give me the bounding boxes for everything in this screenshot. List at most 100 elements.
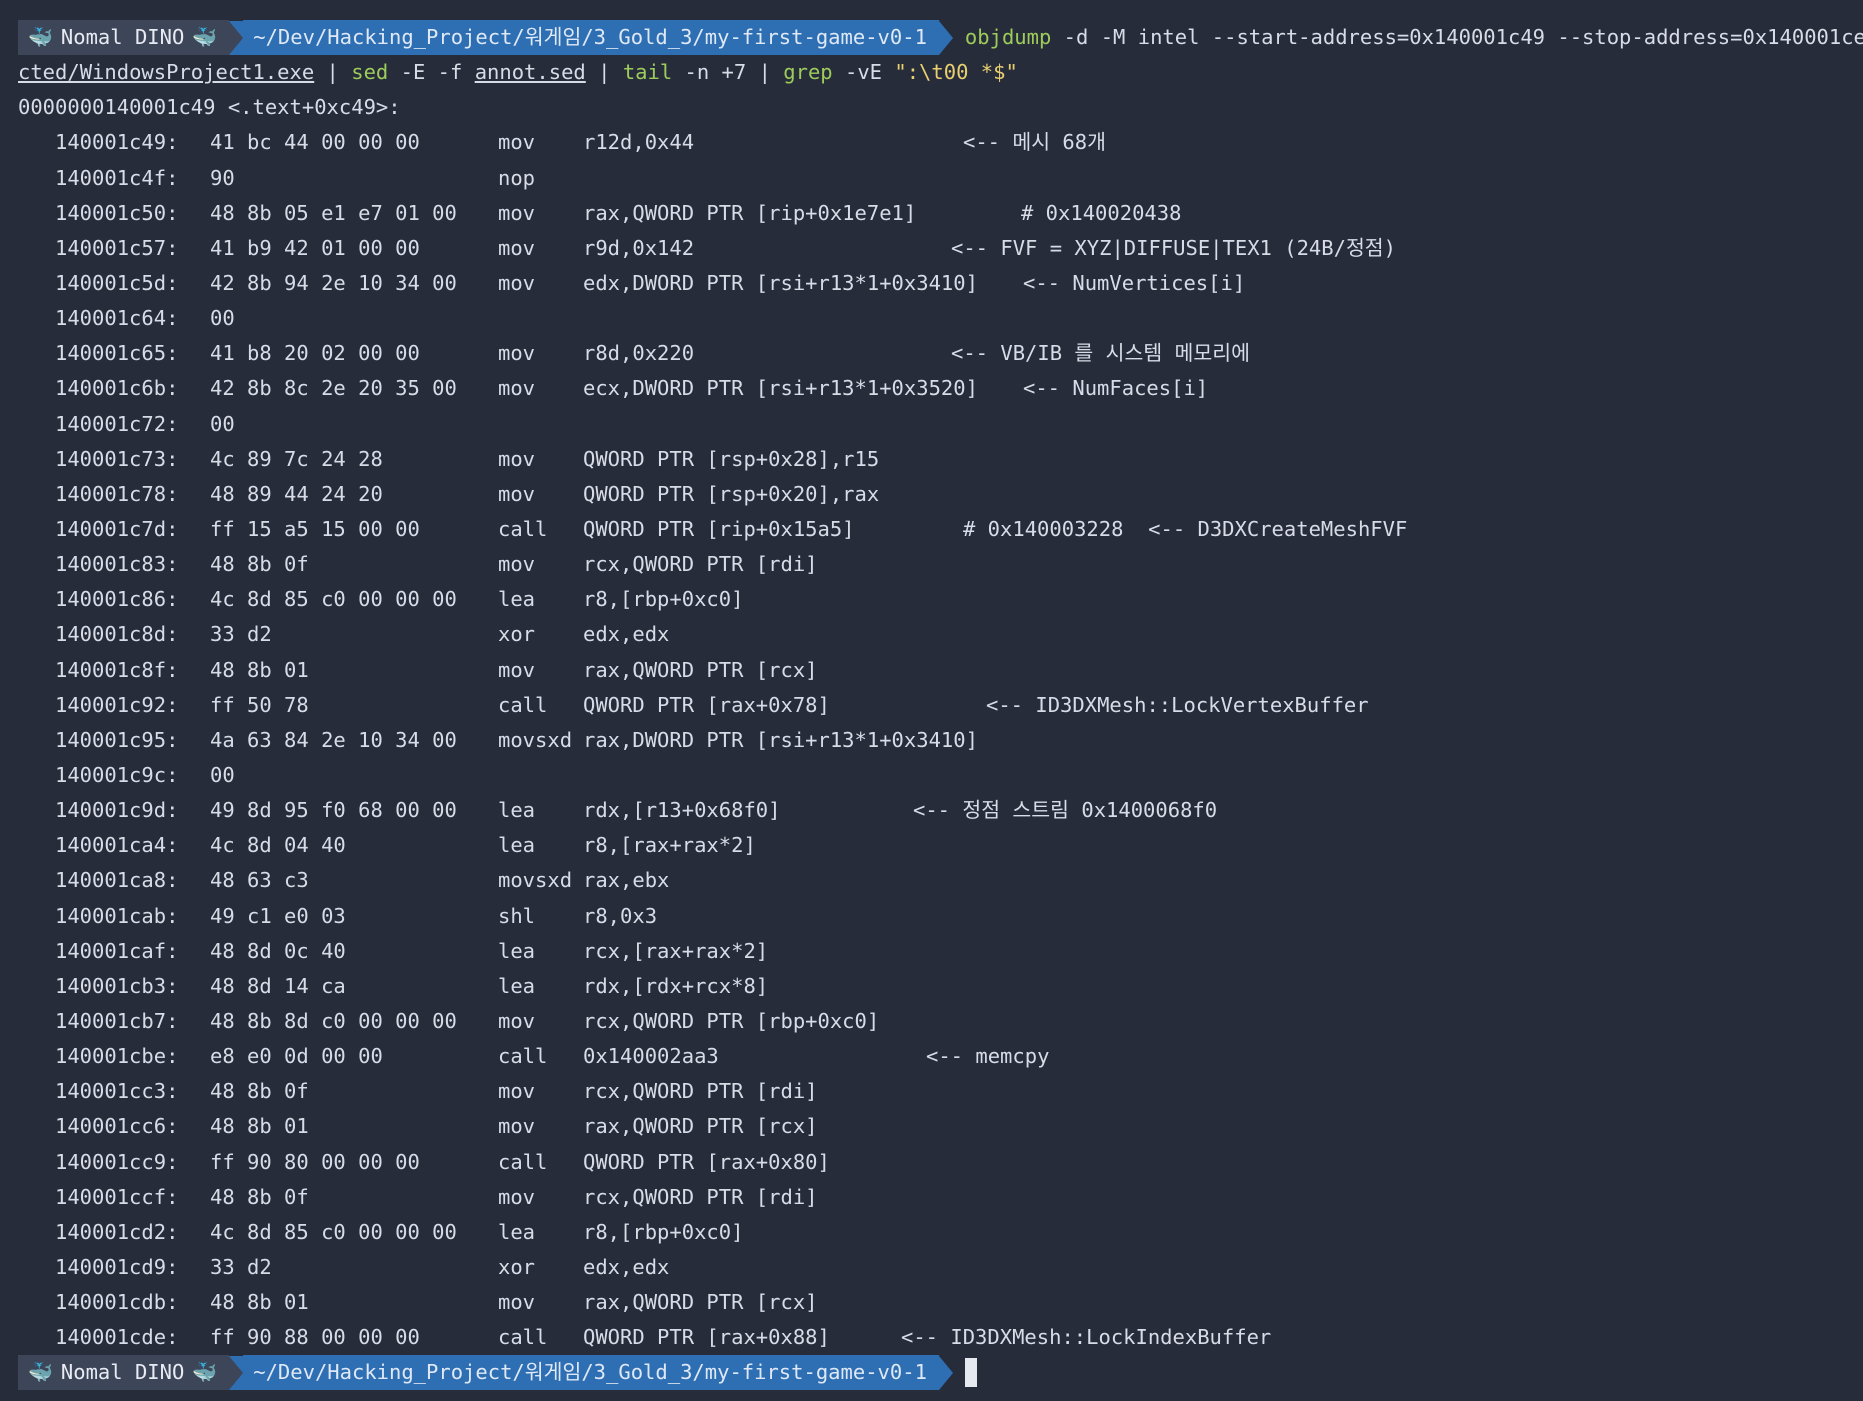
disasm-operands: QWORD PTR [rsp+0x28],r15 — [583, 446, 880, 471]
disasm-mnemonic: call — [498, 1325, 548, 1350]
prompt-separator-arrow — [229, 20, 244, 55]
disasm-operands: edx,DWORD PTR [rsi+r13*1+0x3410] — [583, 270, 978, 295]
disasm-row: 140001cd2: 4c 8d 85 c0 00 00 00 lea r8,[rbp… — [18, 1215, 1863, 1250]
disasm-address: 140001ccf: — [55, 1184, 179, 1209]
disasm-bytes: 00 — [210, 411, 235, 436]
disasm-mnemonic: mov — [498, 341, 536, 366]
disasm-address: 140001cc9: — [55, 1149, 179, 1174]
disasm-operands: QWORD PTR [rax+0x78] — [583, 692, 830, 717]
disasm-operands: r8d,0x220 — [583, 341, 695, 366]
disasm-operands: edx,edx — [583, 622, 670, 647]
disasm-address: 140001cc3: — [55, 1079, 179, 1104]
command-objdump-args: -d -M intel --start-address=0x140001c49 … — [1051, 25, 1863, 49]
disasm-row: 140001c92: ff 50 78 call QWORD PTR [rax+0x7… — [18, 688, 1863, 723]
disasm-row: 140001c86: 4c 8d 85 c0 00 00 00 lea r8,[rbp… — [18, 582, 1863, 617]
disasm-row: 140001cc9: ff 90 80 00 00 00 call QWORD PTR… — [18, 1145, 1863, 1180]
disasm-bytes: ff 50 78 — [210, 692, 309, 717]
disasm-bytes: 41 bc 44 00 00 00 — [210, 130, 420, 155]
disasm-row: 140001cdb: 48 8b 01 mov rax,QWORD PTR [rcx] — [18, 1285, 1863, 1320]
disasm-row: 140001cb7: 48 8b 8d c0 00 00 00 mov rcx,QWO… — [18, 1004, 1863, 1039]
disasm-comment: # 0x140020438 — [1021, 200, 1182, 225]
terminal-cursor[interactable] — [964, 1358, 977, 1388]
disasm-address: 140001c6b: — [55, 376, 179, 401]
disasm-row: 140001ccf: 48 8b 0f mov rcx,QWORD PTR [rdi] — [18, 1180, 1863, 1215]
disasm-operands: rcx,[rax+rax*2] — [583, 938, 769, 963]
command-sed-file: annot.sed — [474, 60, 586, 85]
disasm-address: 140001cb3: — [55, 973, 179, 998]
terminal-window[interactable]: 🐳 Nomal DINO 🐳 ~/Dev/Hacking_Project/워게임… — [18, 20, 1863, 1391]
disasm-row: 140001c65: 41 b8 20 02 00 00 mov r8d,0x220 <… — [18, 336, 1863, 371]
disasm-row: 140001ca4: 4c 8d 04 40 lea r8,[rax+rax*2] — [18, 828, 1863, 863]
disasm-address: 140001c5d: — [55, 270, 179, 295]
disasm-comment: <-- FVF = XYZ|DIFFUSE|TEX1 (24B/정점) — [951, 235, 1397, 260]
disasm-operands: r8,0x3 — [583, 903, 658, 928]
disasm-bytes: 4a 63 84 2e 10 34 00 — [210, 727, 457, 752]
disasm-row: 140001c6b: 42 8b 8c 2e 20 35 00 mov ecx,DWO… — [18, 371, 1863, 406]
disasm-operands: r9d,0x142 — [583, 235, 695, 260]
disasm-address: 140001ca4: — [55, 833, 179, 858]
disasm-operands: 0x140002aa3 — [583, 1044, 719, 1069]
disasm-address: 140001ca8: — [55, 868, 179, 893]
disasm-bytes: 48 8b 0f — [210, 552, 309, 577]
disasm-comment: <-- NumFaces[i] — [1023, 376, 1209, 401]
command-tail-args: -n +7 | — [672, 60, 784, 85]
disasm-comment: <-- NumVertices[i] — [1023, 270, 1246, 295]
disasm-mnemonic: movsxd — [498, 727, 573, 752]
pipe-symbol: | — [585, 60, 623, 85]
disasm-address: 140001c8d: — [55, 622, 179, 647]
disasm-operands: rcx,QWORD PTR [rdi] — [583, 1184, 818, 1209]
disasm-bytes: 90 — [210, 165, 235, 190]
disasm-address: 140001c50: — [55, 200, 179, 225]
pipe-symbol: | — [314, 60, 352, 85]
disasm-address: 140001cd2: — [55, 1219, 179, 1244]
disasm-mnemonic: mov — [498, 1114, 536, 1139]
disasm-operands: r12d,0x44 — [583, 130, 695, 155]
disasm-bytes: ff 90 80 00 00 00 — [210, 1149, 420, 1174]
disasm-row: 140001cc6: 48 8b 01 mov rax,QWORD PTR [rcx] — [18, 1109, 1863, 1144]
disasm-bytes: 4c 8d 85 c0 00 00 00 — [210, 587, 457, 612]
disasm-address: 140001c4f: — [55, 165, 179, 190]
disasm-row: 140001cab: 49 c1 e0 03 shl r8,0x3 — [18, 899, 1863, 934]
disasm-comment: # 0x140003228 <-- D3DXCreateMeshFVF — [963, 516, 1408, 541]
disasm-operands: QWORD PTR [rsp+0x20],rax — [583, 481, 880, 506]
disasm-bytes: ff 15 a5 15 00 00 — [210, 516, 420, 541]
disasm-bytes: 42 8b 94 2e 10 34 00 — [210, 270, 457, 295]
disasm-address: 140001cc6: — [55, 1114, 179, 1139]
disasm-address: 140001caf: — [55, 938, 179, 963]
disasm-bytes: 4c 89 7c 24 28 — [210, 446, 383, 471]
disasm-address: 140001cbe: — [55, 1044, 179, 1069]
disasm-comment: <-- ID3DXMesh::LockVertexBuffer — [986, 692, 1369, 717]
disasm-bytes: 48 8b 0f — [210, 1079, 309, 1104]
disasm-mnemonic: mov — [498, 481, 536, 506]
disasm-bytes: 00 — [210, 306, 235, 331]
disasm-bytes: 33 d2 — [210, 1254, 272, 1279]
disasm-address: 140001c92: — [55, 692, 179, 717]
disasm-row: 140001cde: ff 90 88 00 00 00 call QWORD PTR… — [18, 1320, 1863, 1355]
disasm-bytes: 41 b9 42 01 00 00 — [210, 235, 420, 260]
disasm-operands: rcx,QWORD PTR [rdi] — [583, 1079, 818, 1104]
disasm-operands: rcx,QWORD PTR [rbp+0xc0] — [583, 1008, 880, 1033]
disasm-bytes: 49 8d 95 f0 68 00 00 — [210, 798, 457, 823]
disasm-mnemonic: lea — [498, 1219, 536, 1244]
disasm-row: 140001c9d: 49 8d 95 f0 68 00 00 lea rdx,[r1… — [18, 793, 1863, 828]
prompt-line-bottom[interactable]: 🐳 Nomal DINO 🐳 ~/Dev/Hacking_Project/워게임… — [18, 1355, 1863, 1391]
disasm-bytes: 33 d2 — [210, 622, 272, 647]
disasm-address: 140001c9c: — [55, 762, 179, 787]
disasm-row: 140001c50: 48 8b 05 e1 e7 01 00 mov rax,QWO… — [18, 196, 1863, 231]
disasm-bytes: 48 8b 0f — [210, 1184, 309, 1209]
disasm-bytes: 48 8d 14 ca — [210, 973, 346, 998]
disasm-mnemonic: lea — [498, 938, 536, 963]
disasm-operands: QWORD PTR [rax+0x88] — [583, 1325, 830, 1350]
disasm-mnemonic: mov — [498, 1184, 536, 1209]
whale-icon: 🐳 — [192, 25, 218, 50]
disasm-operands: QWORD PTR [rip+0x15a5] — [583, 516, 855, 541]
disasm-mnemonic: xor — [498, 622, 536, 647]
prompt-separator-arrow — [938, 20, 953, 55]
disassembly-listing: 140001c49: 41 bc 44 00 00 00 mov r12d,0x44 <… — [18, 125, 1863, 1355]
disasm-address: 140001c9d: — [55, 798, 179, 823]
command-sed: sed — [351, 60, 389, 85]
disasm-address: 140001cab: — [55, 903, 179, 928]
disasm-operands: rdx,[r13+0x68f0] — [583, 798, 781, 823]
disasm-bytes: 48 8b 8d c0 00 00 00 — [210, 1008, 457, 1033]
disasm-bytes: 4c 8d 85 c0 00 00 00 — [210, 1219, 457, 1244]
